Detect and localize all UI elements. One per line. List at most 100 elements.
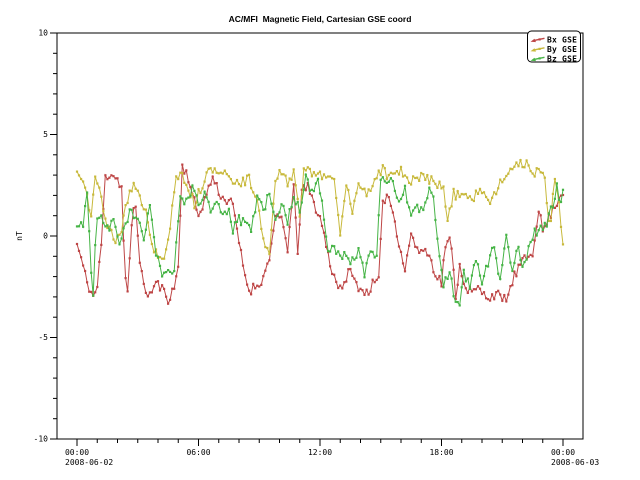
data-point-marker	[370, 190, 372, 192]
data-point-marker	[447, 220, 449, 222]
data-point-marker	[372, 279, 374, 281]
data-point-marker	[552, 207, 554, 209]
data-point-marker	[212, 208, 214, 210]
data-point-marker	[325, 246, 327, 248]
data-point-marker	[519, 259, 521, 261]
data-point-marker	[102, 210, 104, 212]
magnetic-field-plot: AC/MFI Magnetic Field, Cartesian GSE coo…	[0, 0, 640, 480]
data-point-marker	[469, 288, 471, 290]
data-point-marker	[163, 258, 165, 260]
data-point-marker	[392, 211, 394, 213]
data-point-marker	[343, 251, 345, 253]
data-point-marker	[451, 205, 453, 207]
data-point-marker	[76, 225, 78, 227]
x-axis-tick-label: 12:00	[308, 448, 332, 457]
data-point-marker	[262, 209, 264, 211]
data-point-marker	[495, 257, 497, 259]
data-point-marker	[226, 213, 228, 215]
data-point-marker	[88, 291, 90, 293]
data-point-marker	[127, 290, 129, 292]
data-point-marker	[378, 214, 380, 216]
data-point-marker	[534, 175, 536, 177]
data-point-marker	[133, 207, 135, 209]
data-series	[76, 159, 564, 307]
data-point-marker	[145, 292, 147, 294]
data-point-marker	[163, 272, 165, 274]
series-bz-gse-markers	[76, 174, 564, 307]
data-point-marker	[428, 187, 430, 189]
data-point-marker	[361, 188, 363, 190]
data-point-marker	[331, 273, 333, 275]
data-point-marker	[84, 270, 86, 272]
data-point-marker	[195, 194, 197, 196]
data-point-marker	[210, 184, 212, 186]
data-point-marker	[272, 211, 274, 213]
data-point-marker	[262, 275, 264, 277]
data-point-marker	[388, 181, 390, 183]
data-point-marker	[287, 185, 289, 187]
data-point-marker	[339, 285, 341, 287]
data-point-marker	[536, 167, 538, 169]
data-point-marker	[538, 229, 540, 231]
y-axis-label: nT	[15, 231, 24, 241]
data-point-marker	[396, 197, 398, 199]
data-point-marker	[112, 175, 114, 177]
data-point-marker	[131, 224, 133, 226]
data-point-marker	[171, 288, 173, 290]
data-point-marker	[368, 188, 370, 190]
data-point-marker	[517, 264, 519, 266]
data-point-marker	[256, 285, 258, 287]
data-point-marker	[497, 187, 499, 189]
data-point-marker	[94, 291, 96, 293]
data-point-marker	[406, 254, 408, 256]
data-point-marker	[297, 198, 299, 200]
data-point-marker	[517, 165, 519, 167]
data-point-marker	[447, 240, 449, 242]
data-point-marker	[483, 291, 485, 293]
data-point-marker	[461, 286, 463, 288]
axis-tick-labels: 00:0006:0012:0018:0000:002008-06-022008-…	[34, 29, 600, 468]
data-point-marker	[82, 180, 84, 182]
data-point-marker	[396, 170, 398, 172]
data-point-marker	[471, 199, 473, 201]
data-point-marker	[278, 216, 280, 218]
legend-entry-label: Bz GSE	[547, 55, 577, 64]
data-point-marker	[507, 294, 509, 296]
data-point-marker	[363, 188, 365, 190]
data-point-marker	[240, 249, 242, 251]
data-point-marker	[455, 198, 457, 200]
data-point-marker	[422, 173, 424, 175]
data-point-marker	[319, 171, 321, 173]
data-point-marker	[297, 253, 299, 255]
y-axis-tick-label: 0	[43, 232, 48, 241]
data-point-marker	[521, 257, 523, 259]
data-point-marker	[335, 281, 337, 283]
x-axis-tick-label: 18:00	[429, 448, 453, 457]
data-point-marker	[129, 257, 131, 259]
data-point-marker	[337, 214, 339, 216]
data-point-marker	[153, 236, 155, 238]
data-point-marker	[499, 179, 501, 181]
data-point-marker	[538, 168, 540, 170]
data-point-marker	[380, 238, 382, 240]
data-point-marker	[487, 298, 489, 300]
x-axis-date-label: 2008-06-03	[551, 458, 599, 467]
data-point-marker	[98, 187, 100, 189]
data-point-marker	[80, 178, 82, 180]
data-point-marker	[254, 287, 256, 289]
data-point-marker	[511, 284, 513, 286]
data-point-marker	[289, 226, 291, 228]
data-point-marker	[357, 247, 359, 249]
data-point-marker	[169, 228, 171, 230]
data-point-marker	[118, 186, 120, 188]
data-point-marker	[335, 197, 337, 199]
data-point-marker	[495, 193, 497, 195]
data-point-marker	[408, 206, 410, 208]
data-point-marker	[467, 292, 469, 294]
data-point-marker	[351, 256, 353, 258]
data-point-marker	[536, 226, 538, 228]
data-point-marker	[177, 178, 179, 180]
data-point-marker	[268, 259, 270, 261]
data-point-marker	[270, 203, 272, 205]
data-point-marker	[556, 182, 558, 184]
